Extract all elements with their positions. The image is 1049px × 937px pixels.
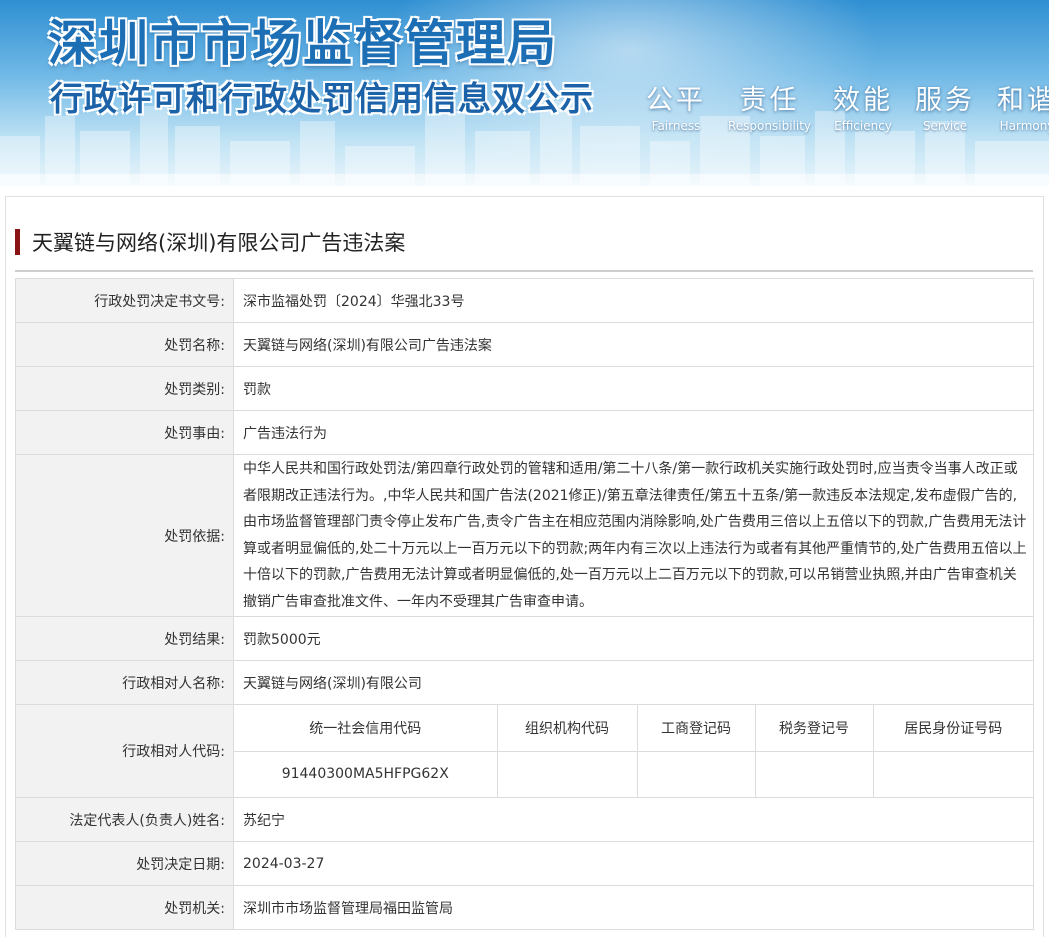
doc-number-label: 行政处罚决定书文号:: [15, 278, 234, 323]
code-header-row: 统一社会信用代码 组织机构代码 工商登记码 税务登记号 居民身份证号码: [234, 705, 1033, 752]
slogan-responsibility: 责任 Responsibility: [728, 85, 812, 133]
table-row: 处罚依据: 中华人民共和国行政处罚法/第四章行政处罚的管辖和适用/第二十八条/第…: [15, 454, 1034, 617]
table-row: 行政处罚决定书文号: 深市监福处罚〔2024〕华强北33号: [15, 278, 1034, 323]
legal-rep-value: 苏纪宁: [233, 797, 1034, 842]
table-row: 处罚结果: 罚款5000元: [15, 616, 1034, 661]
case-detail-card: 天翼链与网络(深圳)有限公司广告违法案 行政处罚决定书文号: 深市监福处罚〔20…: [5, 196, 1044, 937]
header-banner: 深圳市市场监督管理局 行政许可和行政处罚信用信息双公示 公平 Fairness …: [0, 0, 1049, 186]
legal-rep-label: 法定代表人(负责人)姓名:: [15, 797, 234, 842]
table-row: 法定代表人(负责人)姓名: 苏纪宁: [15, 797, 1034, 842]
org-code-value: [496, 751, 637, 797]
penalty-basis-value: 中华人民共和国行政处罚法/第四章行政处罚的管辖和适用/第二十八条/第一款行政机关…: [233, 454, 1034, 617]
org-code-header: 组织机构代码: [496, 705, 637, 752]
table-row: 行政相对人名称: 天翼链与网络(深圳)有限公司: [15, 660, 1034, 705]
table-row: 处罚事由: 广告违法行为: [15, 410, 1034, 455]
table-row: 处罚名称: 天翼链与网络(深圳)有限公司广告违法案: [15, 322, 1034, 367]
penalty-category-label: 处罚类别:: [15, 366, 234, 411]
party-code-cell: 统一社会信用代码 组织机构代码 工商登记码 税务登记号 居民身份证号码 9144…: [233, 704, 1034, 798]
penalty-category-value: 罚款: [233, 366, 1034, 411]
slogan-harmony: 和谐 Harmony: [997, 85, 1049, 133]
banner-title: 深圳市市场监督管理局: [48, 15, 559, 72]
code-value-row: 91440300MA5HFPG62X: [234, 751, 1033, 797]
penalty-name-value: 天翼链与网络(深圳)有限公司广告违法案: [233, 322, 1034, 367]
decision-date-label: 处罚决定日期:: [15, 841, 234, 886]
table-row: 处罚决定日期: 2024-03-27: [15, 841, 1034, 886]
tax-reg-header: 税务登记号: [754, 705, 873, 752]
party-name-value: 天翼链与网络(深圳)有限公司: [233, 660, 1034, 705]
credit-code-header: 统一社会信用代码: [234, 705, 497, 752]
penalty-name-label: 处罚名称:: [15, 322, 234, 367]
title-accent-bar: [15, 229, 20, 255]
party-code-table: 统一社会信用代码 组织机构代码 工商登记码 税务登记号 居民身份证号码 9144…: [234, 705, 1033, 797]
party-code-label: 行政相对人代码:: [15, 704, 234, 798]
penalty-reason-value: 广告违法行为: [233, 410, 1034, 455]
penalty-result-value: 罚款5000元: [233, 616, 1034, 661]
case-info-table: 行政处罚决定书文号: 深市监福处罚〔2024〕华强北33号 处罚名称: 天翼链与…: [15, 278, 1034, 930]
title-divider: [15, 270, 1033, 272]
tax-reg-value: [754, 751, 873, 797]
table-row: 处罚类别: 罚款: [15, 366, 1034, 411]
banner-subtitle: 行政许可和行政处罚信用信息双公示: [50, 79, 594, 118]
id-card-header: 居民身份证号码: [872, 705, 1033, 752]
slogan-service: 服务 Service: [915, 85, 976, 133]
case-title-row: 天翼链与网络(深圳)有限公司广告违法案: [15, 227, 405, 257]
penalty-basis-label: 处罚依据:: [15, 454, 234, 617]
id-card-value: [872, 751, 1033, 797]
banner-slogans: 公平 Fairness 责任 Responsibility 效能 Efficie…: [646, 78, 1049, 133]
penalty-reason-label: 处罚事由:: [15, 410, 234, 455]
party-name-label: 行政相对人名称:: [15, 660, 234, 705]
case-title: 天翼链与网络(深圳)有限公司广告违法案: [32, 231, 406, 255]
table-row: 行政相对人代码: 统一社会信用代码 组织机构代码 工商登记码 税务登记号 居民身…: [15, 704, 1034, 798]
doc-number-value: 深市监福处罚〔2024〕华强北33号: [233, 278, 1034, 323]
decision-date-value: 2024-03-27: [233, 841, 1034, 886]
slogan-efficiency: 效能 Efficiency: [833, 85, 894, 133]
penalty-result-label: 处罚结果:: [15, 616, 234, 661]
slogan-fairness: 公平 Fairness: [646, 85, 706, 133]
business-reg-header: 工商登记码: [636, 705, 755, 752]
credit-code-value: 91440300MA5HFPG62X: [281, 766, 449, 783]
business-reg-value: [636, 751, 755, 797]
